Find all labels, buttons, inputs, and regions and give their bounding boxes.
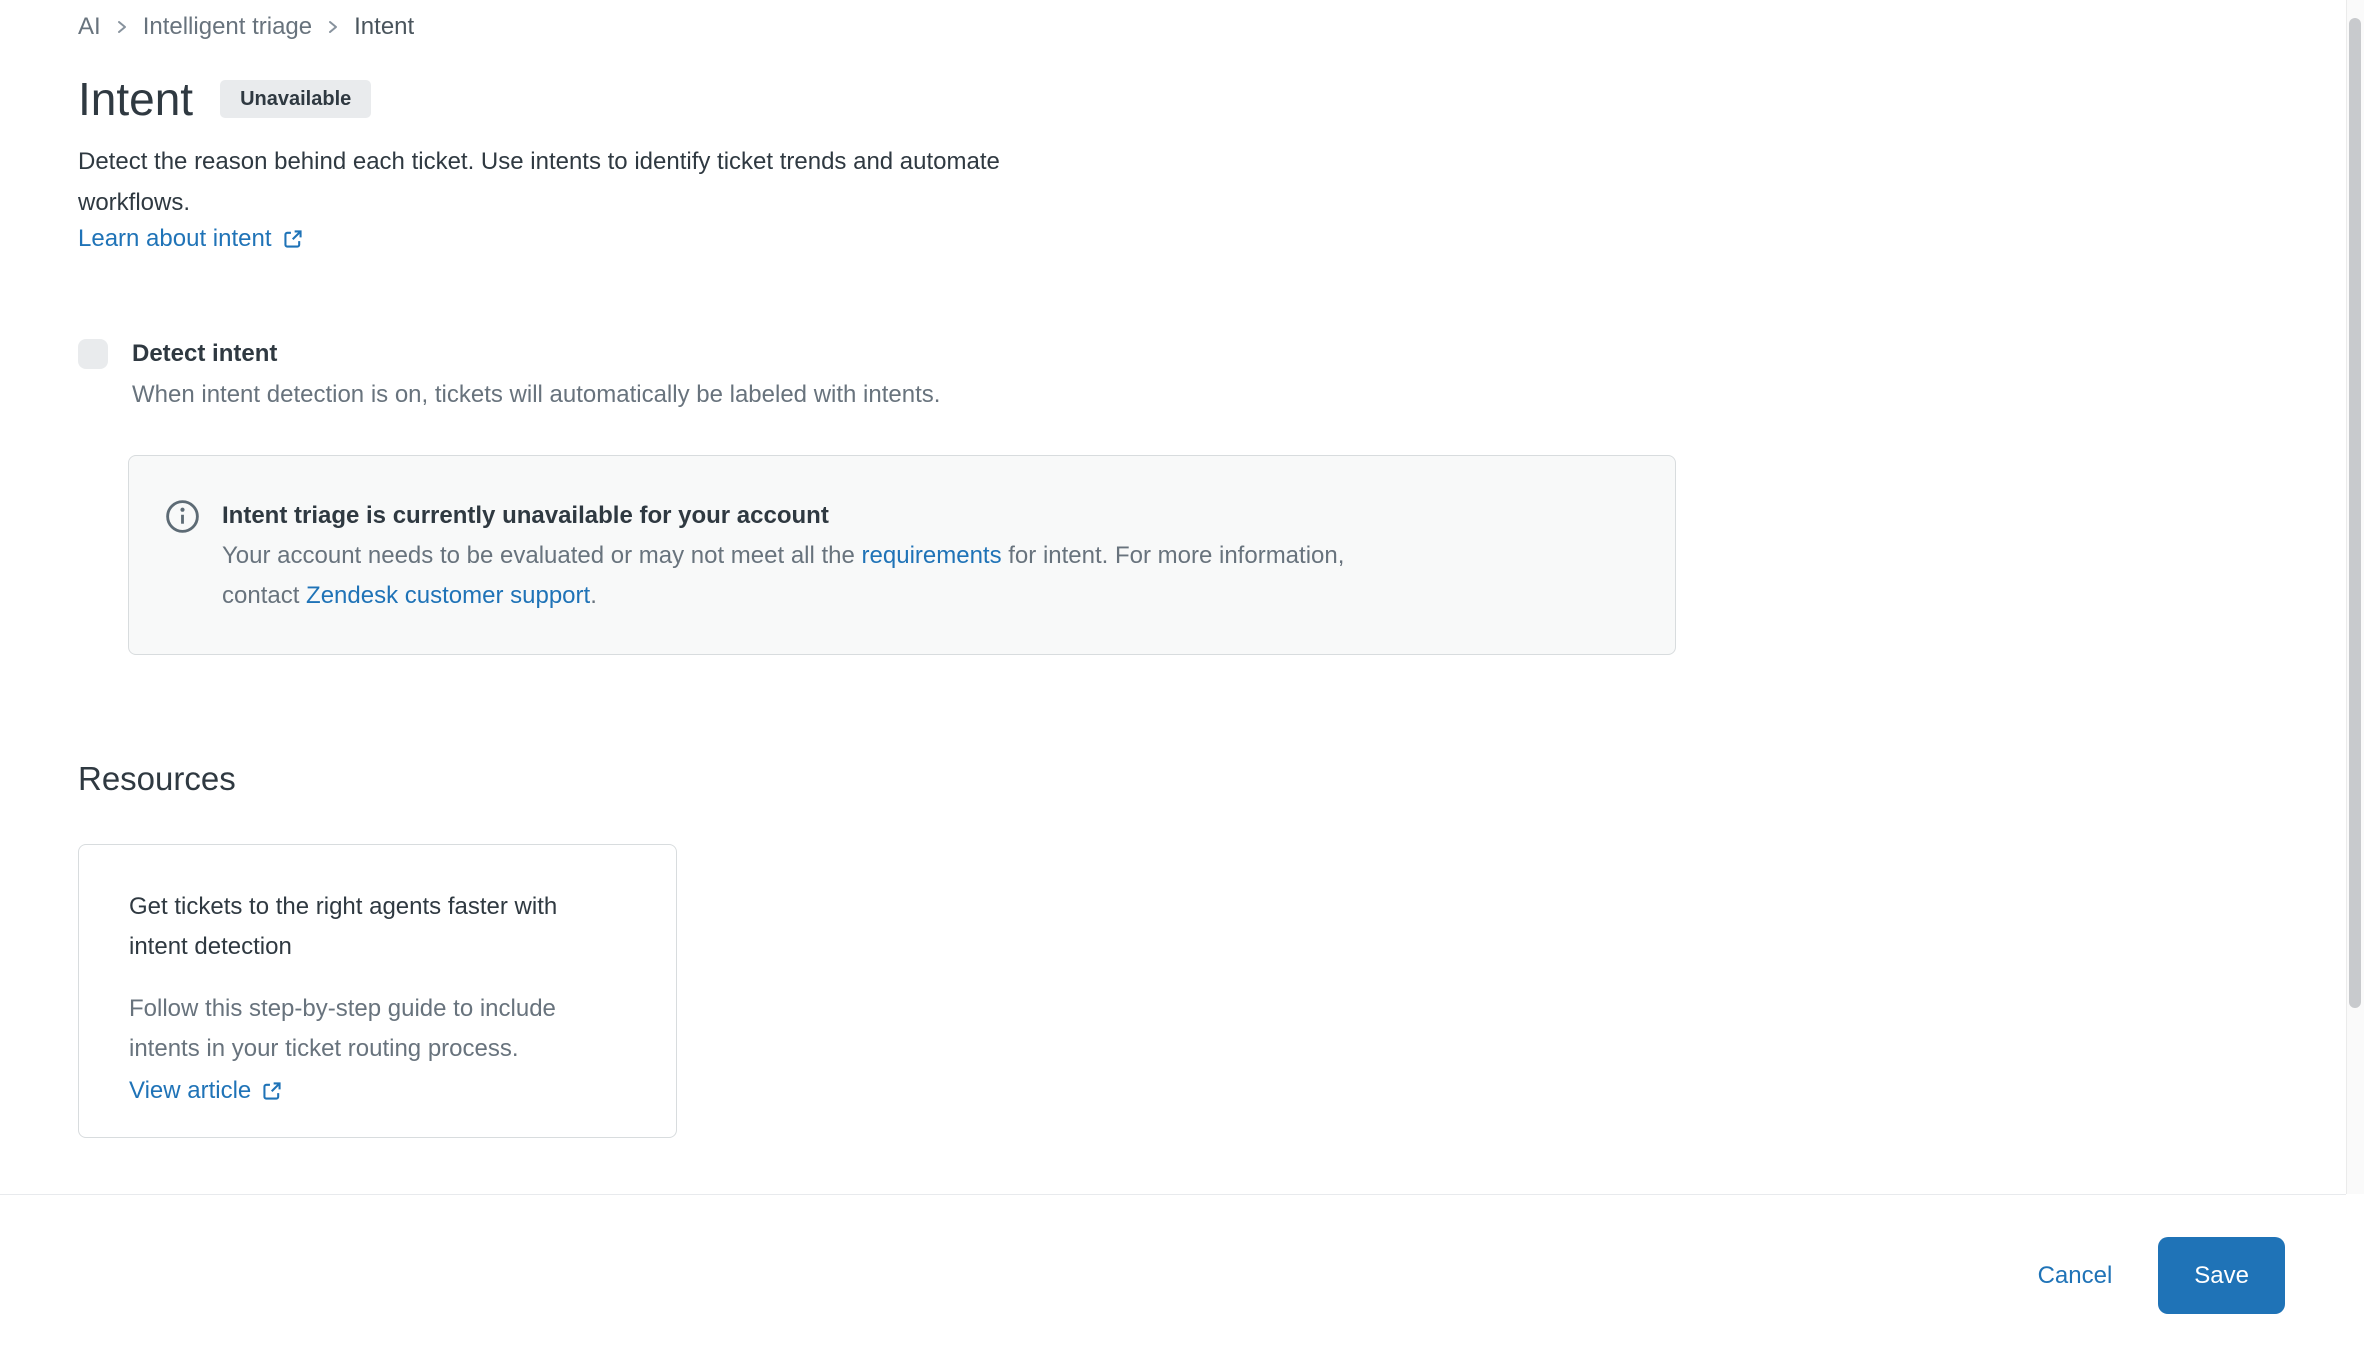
detect-intent-row: Detect intent bbox=[78, 339, 2346, 369]
alert-message-line-2: contact Zendesk customer support. bbox=[222, 576, 1344, 616]
main-content: AI Intelligent triage Intent Intent Unav… bbox=[0, 0, 2346, 1138]
alert-text: for intent. For more information, bbox=[1002, 542, 1345, 569]
breadcrumb-item-ai[interactable]: AI bbox=[78, 13, 101, 41]
alert-text: contact bbox=[222, 582, 306, 609]
view-article-label: View article bbox=[129, 1077, 251, 1105]
scrollbar[interactable] bbox=[2346, 0, 2364, 1194]
alert-text: Your account needs to be evaluated or ma… bbox=[222, 542, 862, 569]
detect-intent-label: Detect intent bbox=[132, 339, 277, 369]
alert-title: Intent triage is currently unavailable f… bbox=[222, 496, 1344, 536]
breadcrumb: AI Intelligent triage Intent bbox=[78, 13, 2346, 41]
detect-intent-checkbox[interactable] bbox=[78, 339, 108, 369]
breadcrumb-item-intent: Intent bbox=[354, 13, 414, 41]
breadcrumb-item-intelligent-triage[interactable]: Intelligent triage bbox=[143, 13, 312, 41]
scrollbar-thumb[interactable] bbox=[2349, 18, 2361, 1008]
zendesk-customer-support-link[interactable]: Zendesk customer support bbox=[306, 582, 590, 609]
info-icon bbox=[165, 499, 200, 534]
breadcrumb-separator-icon bbox=[115, 16, 129, 38]
alert-message-line-1: Your account needs to be evaluated or ma… bbox=[222, 536, 1344, 576]
unavailable-status-badge: Unavailable bbox=[220, 80, 371, 118]
save-button[interactable]: Save bbox=[2158, 1237, 2285, 1314]
detect-intent-help: When intent detection is on, tickets wil… bbox=[132, 381, 2346, 409]
page-header: Intent Unavailable bbox=[78, 73, 2346, 125]
resources-heading: Resources bbox=[78, 759, 2346, 799]
page-description: Detect the reason behind each ticket. Us… bbox=[78, 141, 1108, 223]
unavailable-alert: Intent triage is currently unavailable f… bbox=[128, 455, 1676, 655]
external-link-icon bbox=[282, 228, 304, 250]
cancel-button[interactable]: Cancel bbox=[2038, 1262, 2113, 1290]
requirements-link[interactable]: requirements bbox=[862, 542, 1002, 569]
resource-card: Get tickets to the right agents faster w… bbox=[78, 844, 677, 1138]
learn-about-intent-label: Learn about intent bbox=[78, 225, 272, 253]
breadcrumb-separator-icon bbox=[326, 16, 340, 38]
view-article-link[interactable]: View article bbox=[129, 1077, 283, 1105]
page-title: Intent bbox=[78, 73, 193, 125]
alert-text: . bbox=[590, 582, 597, 609]
external-link-icon bbox=[261, 1080, 283, 1102]
resource-card-title: Get tickets to the right agents faster w… bbox=[129, 887, 559, 967]
footer-bar: Cancel Save bbox=[0, 1194, 2346, 1356]
alert-body: Intent triage is currently unavailable f… bbox=[222, 496, 1344, 654]
learn-about-intent-link[interactable]: Learn about intent bbox=[78, 225, 304, 253]
resource-card-body: Follow this step-by-step guide to includ… bbox=[129, 989, 559, 1069]
